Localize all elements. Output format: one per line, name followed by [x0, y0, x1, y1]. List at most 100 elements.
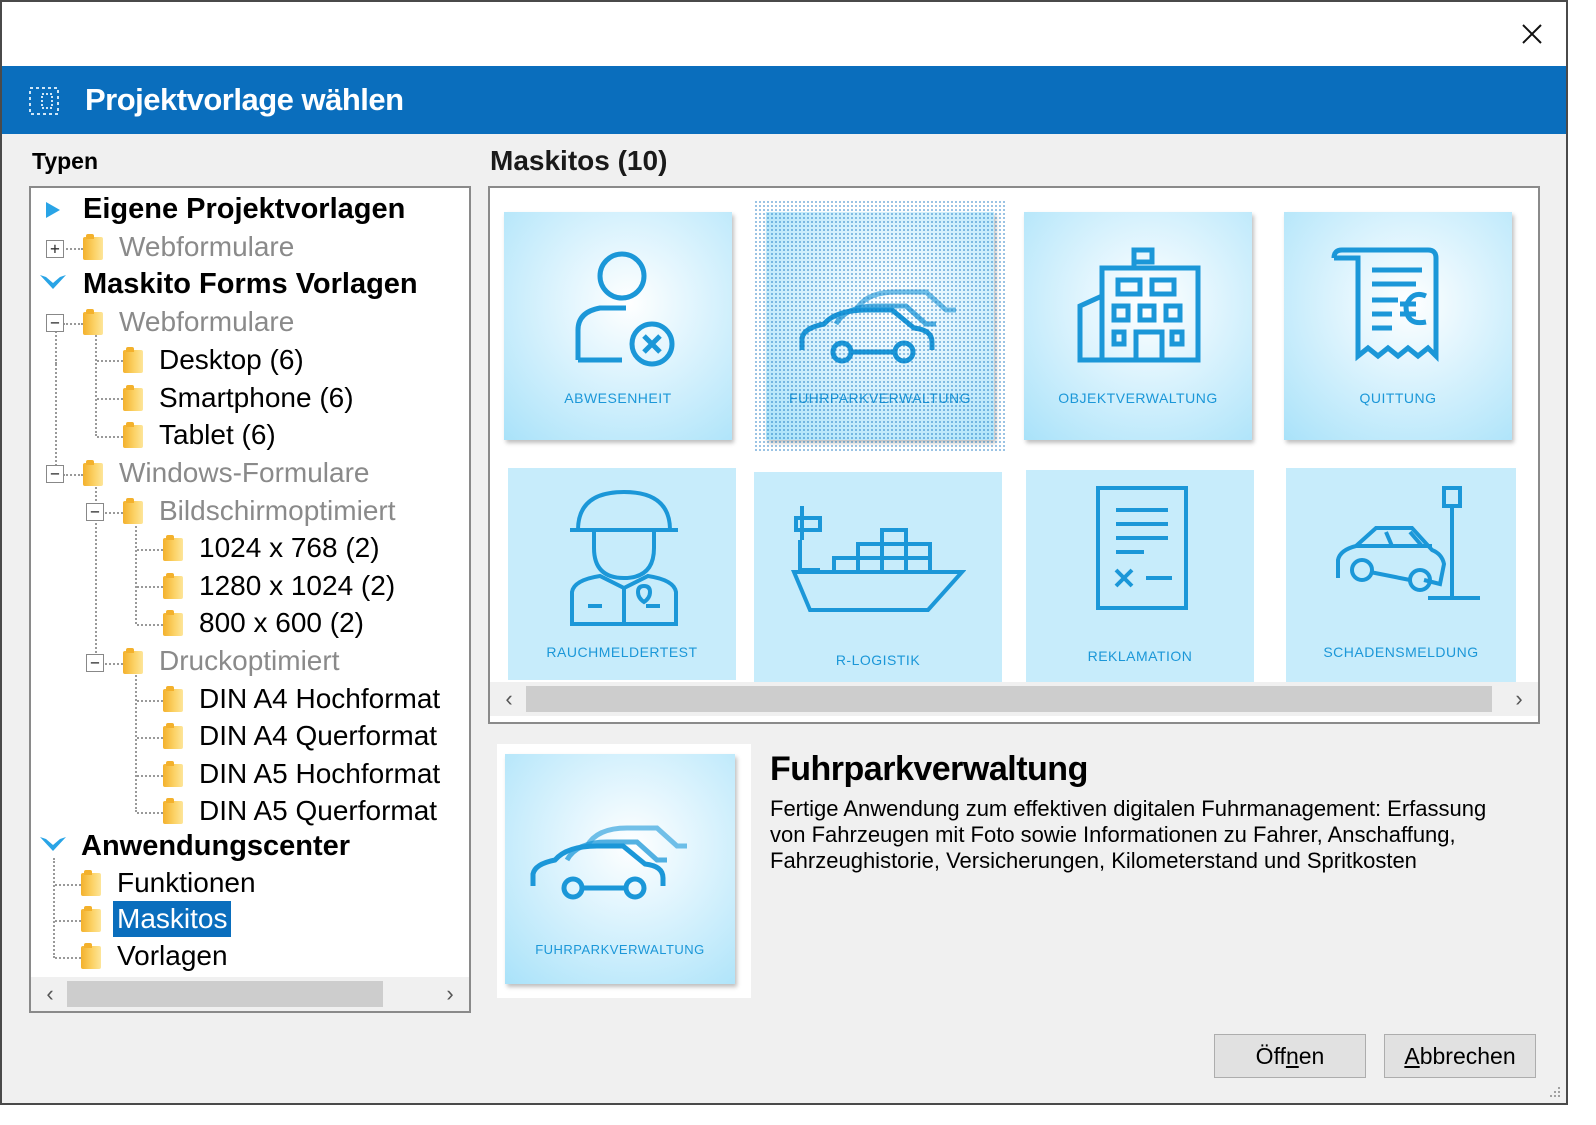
dialog-title: Projektvorlage wählen: [85, 82, 404, 117]
tile-label: SCHADENSMELDUNG: [1323, 644, 1479, 660]
tree-item-label: Windows-Formulare: [119, 457, 370, 488]
car-crash-icon: [1336, 486, 1480, 600]
button-label-part: bbrechen: [1419, 1042, 1516, 1069]
tree-item-label: Webformulare: [119, 231, 295, 262]
preview-label: FUHRPARKVERWALTUNG: [535, 942, 705, 957]
scroll-right-icon[interactable]: ›: [433, 977, 467, 1011]
tree-item-din-a5-querformat[interactable]: DIN A5 Querformat: [163, 793, 441, 829]
tree-item-800x600[interactable]: 800 x 600 (2): [163, 605, 368, 641]
tree-item-label: Vorlagen: [117, 940, 228, 971]
tile-label: RAUCHMELDERTEST: [546, 644, 698, 660]
gallery-horizontal-scrollbar[interactable]: ‹ ›: [490, 682, 1538, 716]
tile-reklamation[interactable]: REKLAMATION: [1026, 470, 1254, 684]
tile-schadensmeldung[interactable]: SCHADENSMELDUNG: [1286, 468, 1516, 684]
tile-quittung[interactable]: QUITTUNG: [1284, 212, 1512, 440]
tile-r-logistik[interactable]: R-LOGISTIK: [754, 472, 1002, 686]
folder-icon: [81, 906, 101, 932]
tile-fuhrparkverwaltung[interactable]: FUHRPARKVERWALTUNG: [754, 200, 1006, 452]
tree-connector: [97, 436, 123, 438]
tree-connector: [95, 332, 97, 436]
tree-connector: [55, 957, 81, 959]
tree-item-eigene-webformulare[interactable]: Webformulare: [83, 229, 298, 265]
tree-item-label: 1280 x 1024 (2): [199, 570, 396, 601]
tree-connector: [137, 700, 163, 702]
open-button[interactable]: Öff n en: [1214, 1034, 1366, 1078]
tree-item-label: Tablet (6): [159, 419, 276, 450]
tree-item-label: Maskitos: [113, 901, 232, 937]
tree-connector: [137, 737, 163, 739]
tile-label: REKLAMATION: [1087, 648, 1193, 664]
tree-item-vorlagen[interactable]: Vorlagen: [81, 938, 232, 974]
tile-abwesenheit[interactable]: ABWESENHEIT: [504, 212, 732, 440]
tree-item-label: Anwendungscenter: [81, 830, 351, 862]
tree-item-windows-formulare[interactable]: Windows-Formulare: [83, 455, 374, 491]
folder-icon: [163, 761, 183, 787]
tree-item-1280x1024[interactable]: 1280 x 1024 (2): [163, 568, 399, 604]
tree-item-tablet[interactable]: Tablet (6): [123, 417, 280, 453]
receipt-euro-icon: [1331, 247, 1439, 363]
collapse-icon[interactable]: −: [86, 654, 104, 672]
folder-icon: [83, 234, 103, 260]
button-label-part: ff: [1273, 1042, 1286, 1069]
tree-connector: [105, 663, 123, 665]
preview-tile: FUHRPARKVERWALTUNG: [505, 754, 735, 984]
scrollbar-thumb[interactable]: [526, 686, 1492, 712]
folder-icon: [123, 648, 143, 674]
tree-item-maskito-webformulare[interactable]: Webformulare: [83, 304, 298, 340]
button-label-part: Ö: [1255, 1042, 1274, 1069]
expanded-arrow-icon[interactable]: [37, 268, 69, 296]
tree-connector: [137, 549, 163, 551]
detail-title: Fuhrparkverwaltung: [770, 750, 1088, 788]
button-mnemonic: A: [1404, 1042, 1420, 1069]
tile-label: FUHRPARKVERWALTUNG: [789, 390, 971, 406]
tree-item-maskito-forms-vorlagen[interactable]: Maskito Forms Vorlagen: [79, 266, 422, 302]
title-bar: [2, 2, 1566, 66]
expand-icon[interactable]: +: [46, 240, 64, 258]
scroll-right-icon[interactable]: ›: [1502, 682, 1536, 716]
scroll-left-icon[interactable]: ‹: [33, 977, 67, 1011]
tree-item-1024x768[interactable]: 1024 x 768 (2): [163, 530, 384, 566]
tree-item-din-a5-hochformat[interactable]: DIN A5 Hochformat: [163, 756, 444, 792]
cancel-button[interactable]: Abbrechen: [1384, 1034, 1536, 1078]
scrollbar-thumb[interactable]: [67, 981, 383, 1007]
tree-item-funktionen[interactable]: Funktionen: [81, 865, 260, 901]
folder-icon: [81, 943, 101, 969]
tile-objektverwaltung[interactable]: OBJEKTVERWALTUNG: [1024, 212, 1252, 440]
template-gallery[interactable]: ABWESENHEIT FUHRPARKVERWALTUNG OBJEKTVER…: [488, 186, 1540, 724]
expanded-arrow-icon[interactable]: [37, 830, 69, 858]
tile-rauchmeldertest[interactable]: RAUCHMELDERTEST: [508, 468, 736, 680]
tree-item-druckoptimiert[interactable]: Druckoptimiert: [123, 643, 343, 679]
tree-item-label: Funktionen: [117, 867, 256, 898]
collapsed-arrow-icon[interactable]: [37, 196, 69, 224]
tree-horizontal-scrollbar[interactable]: ‹ ›: [31, 977, 469, 1011]
tree-item-label: DIN A4 Querformat: [199, 720, 438, 751]
close-button[interactable]: [1514, 16, 1550, 52]
collapse-icon[interactable]: −: [46, 465, 64, 483]
close-icon: [1522, 24, 1542, 44]
tree-item-desktop[interactable]: Desktop (6): [123, 342, 308, 378]
tree-connector: [97, 360, 123, 362]
types-tree[interactable]: Eigene Projektvorlagen + Webformulare Ma…: [29, 186, 471, 1013]
tree-connector: [135, 522, 137, 624]
tile-label: R-LOGISTIK: [835, 652, 921, 668]
collapse-icon[interactable]: −: [46, 314, 64, 332]
folder-icon: [123, 347, 143, 373]
tree-item-anwendungscenter[interactable]: Anwendungscenter: [77, 828, 354, 864]
tree-item-din-a4-hochformat[interactable]: DIN A4 Hochformat: [163, 681, 444, 717]
tree-item-bildschirmoptimiert[interactable]: Bildschirmoptimiert: [123, 493, 400, 529]
button-mnemonic: n: [1285, 1042, 1299, 1069]
cargo-ship-icon: [790, 506, 966, 612]
tile-label: ABWESENHEIT: [564, 390, 672, 406]
tree-item-din-a4-querformat[interactable]: DIN A4 Querformat: [163, 718, 441, 754]
tree-item-eigene-projektvorlagen[interactable]: Eigene Projektvorlagen: [79, 191, 409, 227]
tree-connector: [137, 624, 163, 626]
tree-item-smartphone[interactable]: Smartphone (6): [123, 380, 358, 416]
collapse-icon[interactable]: −: [86, 503, 104, 521]
tree-connector: [55, 364, 57, 474]
tree-connector: [53, 858, 55, 958]
tree-item-maskitos[interactable]: Maskitos: [81, 901, 232, 937]
tree-item-label: Druckoptimiert: [159, 645, 340, 676]
resize-grip-icon[interactable]: [1546, 1083, 1562, 1099]
tree-connector: [137, 586, 163, 588]
scroll-left-icon[interactable]: ‹: [492, 682, 526, 716]
